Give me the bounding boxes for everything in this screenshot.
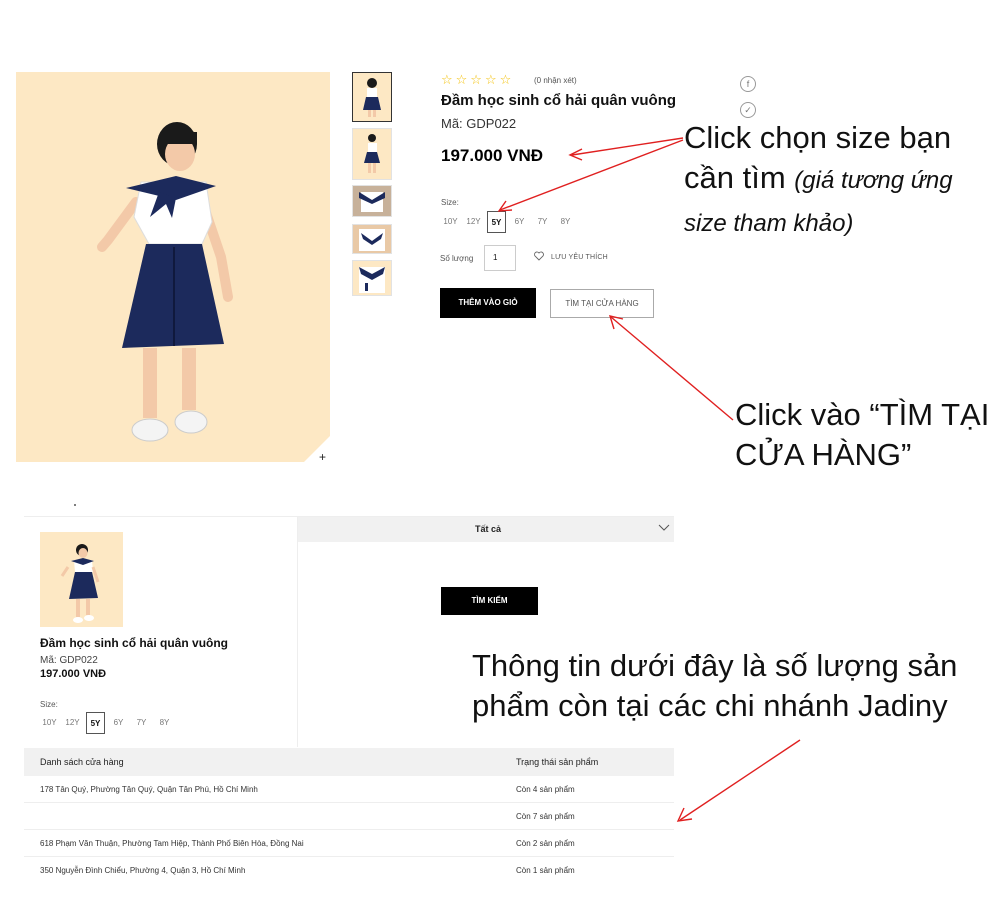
store-product-title: Đầm học sinh cổ hải quân vuông: [40, 636, 229, 650]
store-size-option-6y[interactable]: 6Y: [109, 712, 128, 734]
column-product-status: Trạng thái sản phẩm: [516, 757, 599, 767]
store-size-selector: 10Y 12Y 5Y 6Y 7Y 8Y: [40, 712, 174, 734]
annotation-size-line2: cần tìm (giá tương ứng: [684, 158, 953, 201]
annotation-stock-line2: phẩm còn tại các chi nhánh Jadiny: [472, 688, 948, 723]
store-size-option-8y[interactable]: 8Y: [155, 712, 174, 734]
annotation-size-line1: Click chọn size bạn: [684, 120, 952, 155]
annotation-size-italic: (giá tương ứng: [794, 167, 953, 194]
store-address: 178 Tân Quý, Phường Tân Quý, Quận Tân Ph…: [40, 785, 258, 794]
annotation-store-line2: CỬA HÀNG”: [735, 437, 912, 472]
annotation-size-line2-text: cần tìm: [684, 160, 786, 195]
store-size-option-5y[interactable]: 5Y: [86, 712, 105, 734]
table-row: 618 Phạm Văn Thuận, Phường Tam Hiệp, Thà…: [24, 830, 674, 857]
annotation-size-italic2: size tham khảo): [684, 210, 854, 237]
annotation-stock-hint: Thông tin dưới đây là số lượng sản phẩm …: [472, 646, 957, 726]
store-size-option-10y[interactable]: 10Y: [40, 712, 59, 734]
stock-status: Còn 7 sản phẩm: [516, 812, 575, 821]
stock-status: Còn 2 sản phẩm: [516, 839, 575, 848]
store-product-price: 197.000 VNĐ: [40, 668, 107, 680]
chevron-down-icon: [658, 524, 670, 531]
divider-dot: [74, 504, 76, 506]
store-search-button[interactable]: TÌM KIẾM: [441, 587, 538, 615]
stock-status: Còn 4 sản phẩm: [516, 785, 575, 794]
column-store-list: Danh sách cửa hàng: [40, 757, 124, 767]
region-select[interactable]: Tất cả: [298, 517, 674, 542]
annotation-size-line3: size tham khảo): [684, 201, 953, 244]
store-address: 618 Phạm Văn Thuận, Phường Tam Hiệp, Thà…: [40, 839, 304, 848]
store-product-image: [40, 532, 123, 627]
annotation-size-hint: Click chọn size bạn cần tìm (giá tương ứ…: [684, 118, 953, 244]
store-address: 350 Nguyễn Đình Chiểu, Phường 4, Quận 3,…: [40, 866, 246, 875]
table-row: 178 Tân Quý, Phường Tân Quý, Quận Tân Ph…: [24, 776, 674, 803]
store-table-header: Danh sách cửa hàng Trạng thái sản phẩm: [24, 748, 674, 776]
store-product-code: Mã: GDP022: [40, 655, 98, 666]
table-row: Còn 7 sản phẩm: [24, 803, 674, 830]
store-size-option-7y[interactable]: 7Y: [132, 712, 151, 734]
region-select-value: Tất cả: [474, 524, 501, 534]
table-row: 350 Nguyễn Đình Chiểu, Phường 4, Quận 3,…: [24, 857, 674, 883]
store-size-label: Size:: [40, 700, 58, 709]
store-size-option-12y[interactable]: 12Y: [63, 712, 82, 734]
girl-uniform-thumb: [60, 544, 100, 623]
stock-status: Còn 1 sản phẩm: [516, 866, 575, 875]
annotation-stock-line1: Thông tin dưới đây là số lượng sản: [472, 648, 958, 683]
annotation-store-line1: Click vào “TÌM TẠI: [735, 397, 990, 432]
annotation-store-hint: Click vào “TÌM TẠI CỬA HÀNG”: [735, 395, 989, 475]
panel-vertical-divider: [297, 517, 298, 747]
